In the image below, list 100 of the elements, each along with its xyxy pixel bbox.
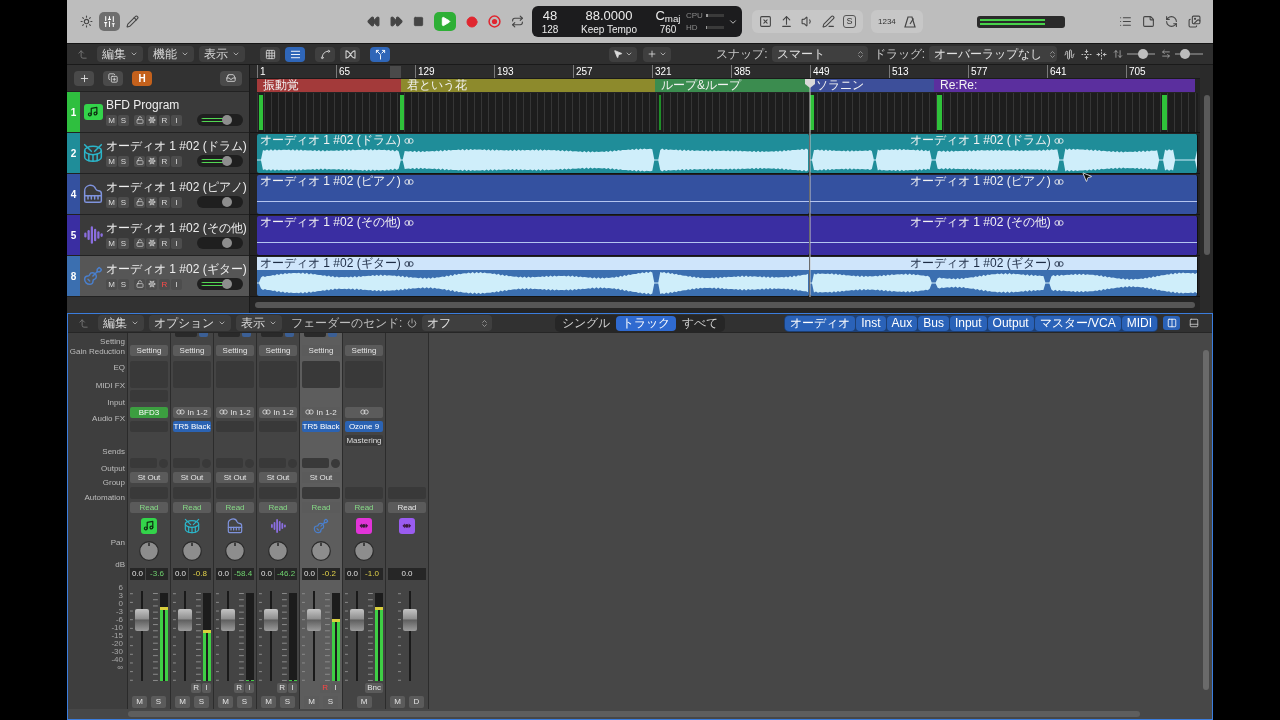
automation-button[interactable]: Read (345, 502, 383, 513)
track-toggle-button[interactable]: I (171, 237, 182, 249)
track-toggle-button[interactable]: S (118, 278, 129, 290)
link-toggle[interactable] (242, 333, 251, 337)
metronome-icon[interactable] (903, 15, 916, 28)
link-toggle[interactable] (328, 333, 337, 337)
strip-toggle-button[interactable]: R (277, 683, 287, 693)
automation-button[interactable]: Read (259, 502, 297, 513)
fader-thumb[interactable] (402, 608, 417, 631)
mastering-slot[interactable]: Mastering (345, 434, 383, 446)
output-slot[interactable]: St Out (259, 471, 297, 483)
link-toggle[interactable] (199, 333, 208, 337)
input-slot[interactable]: In 1-2 (302, 406, 340, 418)
count-in-button[interactable]: 1234 (878, 17, 896, 26)
track-toggle-button[interactable]: S (118, 155, 129, 167)
track-toggle-button[interactable]: R (159, 237, 170, 249)
dropdown-field[interactable]: スマート (771, 46, 868, 62)
menu-button[interactable]: オプション (149, 315, 231, 331)
capture-record-icon[interactable] (488, 15, 501, 28)
track-toggle-button[interactable]: I (171, 196, 182, 208)
menu-button[interactable]: 編集 (97, 46, 143, 62)
pan-knob[interactable] (225, 541, 245, 561)
view-toggle[interactable] (340, 46, 360, 62)
volume-slider[interactable] (197, 196, 243, 208)
fader-thumb[interactable] (177, 608, 192, 631)
lock-button[interactable] (134, 155, 145, 167)
strip-toggle-button[interactable]: M (390, 695, 405, 708)
dropdown-field[interactable]: オフ (422, 315, 493, 331)
track-toggle-button[interactable]: I (171, 114, 182, 126)
freeze-button[interactable] (146, 155, 157, 167)
add-track-button[interactable] (74, 70, 94, 86)
filter-button[interactable]: Bus (918, 315, 949, 331)
scrollbar-thumb[interactable] (1203, 95, 1210, 255)
dropdown-field[interactable]: オーバーラップなし (929, 46, 1057, 62)
strip-toggle-button[interactable]: R (191, 683, 201, 693)
upload-arrow-icon[interactable] (780, 15, 793, 28)
view-tab[interactable]: トラック (616, 315, 676, 331)
cycle-icon[interactable] (511, 15, 524, 28)
input-slot[interactable]: In 1-2 (259, 406, 297, 418)
rewind-icon[interactable] (367, 15, 380, 28)
lock-button[interactable] (134, 114, 145, 126)
menu-button[interactable]: 表示 (236, 315, 282, 331)
automation-button[interactable]: Read (388, 502, 426, 513)
hide-button[interactable]: H (132, 70, 152, 86)
track-toggle-button[interactable]: M (106, 237, 117, 249)
strip-toggle-button[interactable]: Bnc (365, 683, 383, 693)
filter-button[interactable]: Aux (886, 315, 918, 331)
lock-button[interactable] (134, 278, 145, 290)
input-slot[interactable] (345, 406, 383, 418)
track-toggle-button[interactable]: M (106, 114, 117, 126)
images-icon[interactable] (1188, 15, 1201, 28)
volume-knob[interactable] (222, 197, 233, 207)
output-slot[interactable]: St Out (216, 471, 254, 483)
menu-button[interactable]: 機能 (148, 46, 194, 62)
view-toggle[interactable] (285, 46, 305, 62)
pan-knob[interactable] (311, 541, 331, 561)
strip-toggle-button[interactable]: I (288, 683, 297, 693)
play-button[interactable] (434, 12, 456, 31)
layout-button[interactable] (1163, 316, 1180, 330)
scrollbar-thumb[interactable] (255, 302, 1195, 308)
fader-thumb[interactable] (134, 608, 149, 631)
square-x-icon[interactable] (759, 15, 772, 28)
setting-button[interactable]: Setting (216, 345, 254, 356)
freeze-button[interactable] (146, 114, 157, 126)
track-toggle-button[interactable]: R (159, 114, 170, 126)
setting-button[interactable]: Setting (130, 345, 168, 356)
pan-knob[interactable] (268, 541, 288, 561)
track-toggle-button[interactable]: S (118, 114, 129, 126)
playhead[interactable] (805, 79, 815, 297)
pan-knob[interactable] (139, 541, 159, 561)
filter-button[interactable]: Output (987, 315, 1034, 331)
pen-icon[interactable] (822, 15, 835, 28)
freeze-button[interactable] (146, 278, 157, 290)
track-toggle-button[interactable]: R (159, 155, 170, 167)
back-arrow-icon[interactable] (78, 317, 89, 329)
strip-toggle-button[interactable]: M (132, 695, 147, 708)
track-toggle-button[interactable]: I (171, 155, 182, 167)
note-icon[interactable] (1142, 15, 1155, 28)
filter-button[interactable]: Inst (856, 315, 886, 331)
strip-toggle-button[interactable]: M (175, 695, 190, 708)
zoom-slider-thumb[interactable] (1180, 49, 1191, 59)
view-toggle[interactable] (370, 46, 390, 62)
plugin-slot[interactable]: Ozone 9 (345, 420, 383, 432)
setting-button[interactable]: Setting (345, 345, 383, 356)
filter-button[interactable]: MIDI (1121, 315, 1157, 331)
output-slot[interactable]: St Out (173, 471, 211, 483)
strip-toggle-button[interactable]: I (202, 683, 211, 693)
speaker-icon[interactable] (801, 15, 814, 28)
track-toggle-button[interactable]: S (118, 196, 129, 208)
plus-tool-button[interactable] (643, 46, 671, 62)
freeze-button[interactable] (146, 196, 157, 208)
filter-button[interactable]: Input (949, 315, 987, 331)
inbox-button[interactable] (220, 70, 242, 86)
strip-toggle-button[interactable]: M (261, 695, 276, 708)
volume-knob[interactable] (222, 115, 233, 125)
duplicate-track-button[interactable] (103, 70, 123, 86)
fader-thumb[interactable] (306, 608, 321, 631)
volume-slider[interactable] (197, 155, 243, 167)
strip-toggle-button[interactable]: I (245, 683, 254, 693)
plugin-slot[interactable]: TR5 Black (173, 420, 211, 432)
